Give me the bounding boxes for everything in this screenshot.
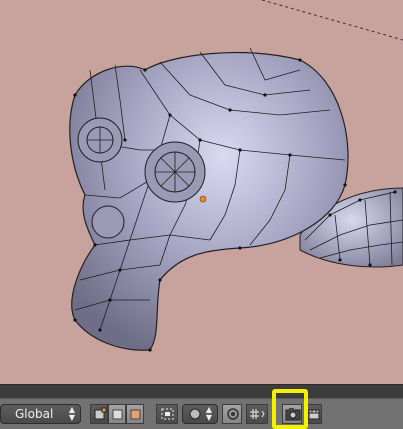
mesh-render [69,0,403,352]
face-select-button[interactable] [126,404,144,424]
select-arrows-icon: ▲ ▼ [68,405,75,422]
pivot-arrows-icon: ▲ ▼ [205,405,212,422]
pivot-point-icon [189,408,201,420]
viewport-header-strip [0,384,403,399]
edge-select-icon [112,409,123,420]
limit-selection-icon [161,408,174,420]
limit-selection-button[interactable] [156,404,178,424]
3d-viewport[interactable] [0,0,403,384]
vertex-select-button[interactable] [90,404,108,424]
pivot-point-select[interactable]: ▲ ▼ [182,404,218,424]
proportional-edit-icon [227,408,239,420]
transform-orientation-select[interactable]: Global ▲ ▼ [0,404,81,424]
render-button-highlight [272,389,308,429]
snap-icon [250,409,265,419]
vertex-select-icon [94,407,107,420]
viewport-toolbar: Global ▲ ▼ ▲ ▼ [0,398,403,429]
proportional-edit-button[interactable] [222,404,242,424]
snap-button[interactable] [246,404,268,424]
face-select-icon [130,409,141,420]
transform-orientation-value: Global [15,407,54,421]
edge-select-button[interactable] [108,404,126,424]
render-anim-icon [308,409,320,420]
